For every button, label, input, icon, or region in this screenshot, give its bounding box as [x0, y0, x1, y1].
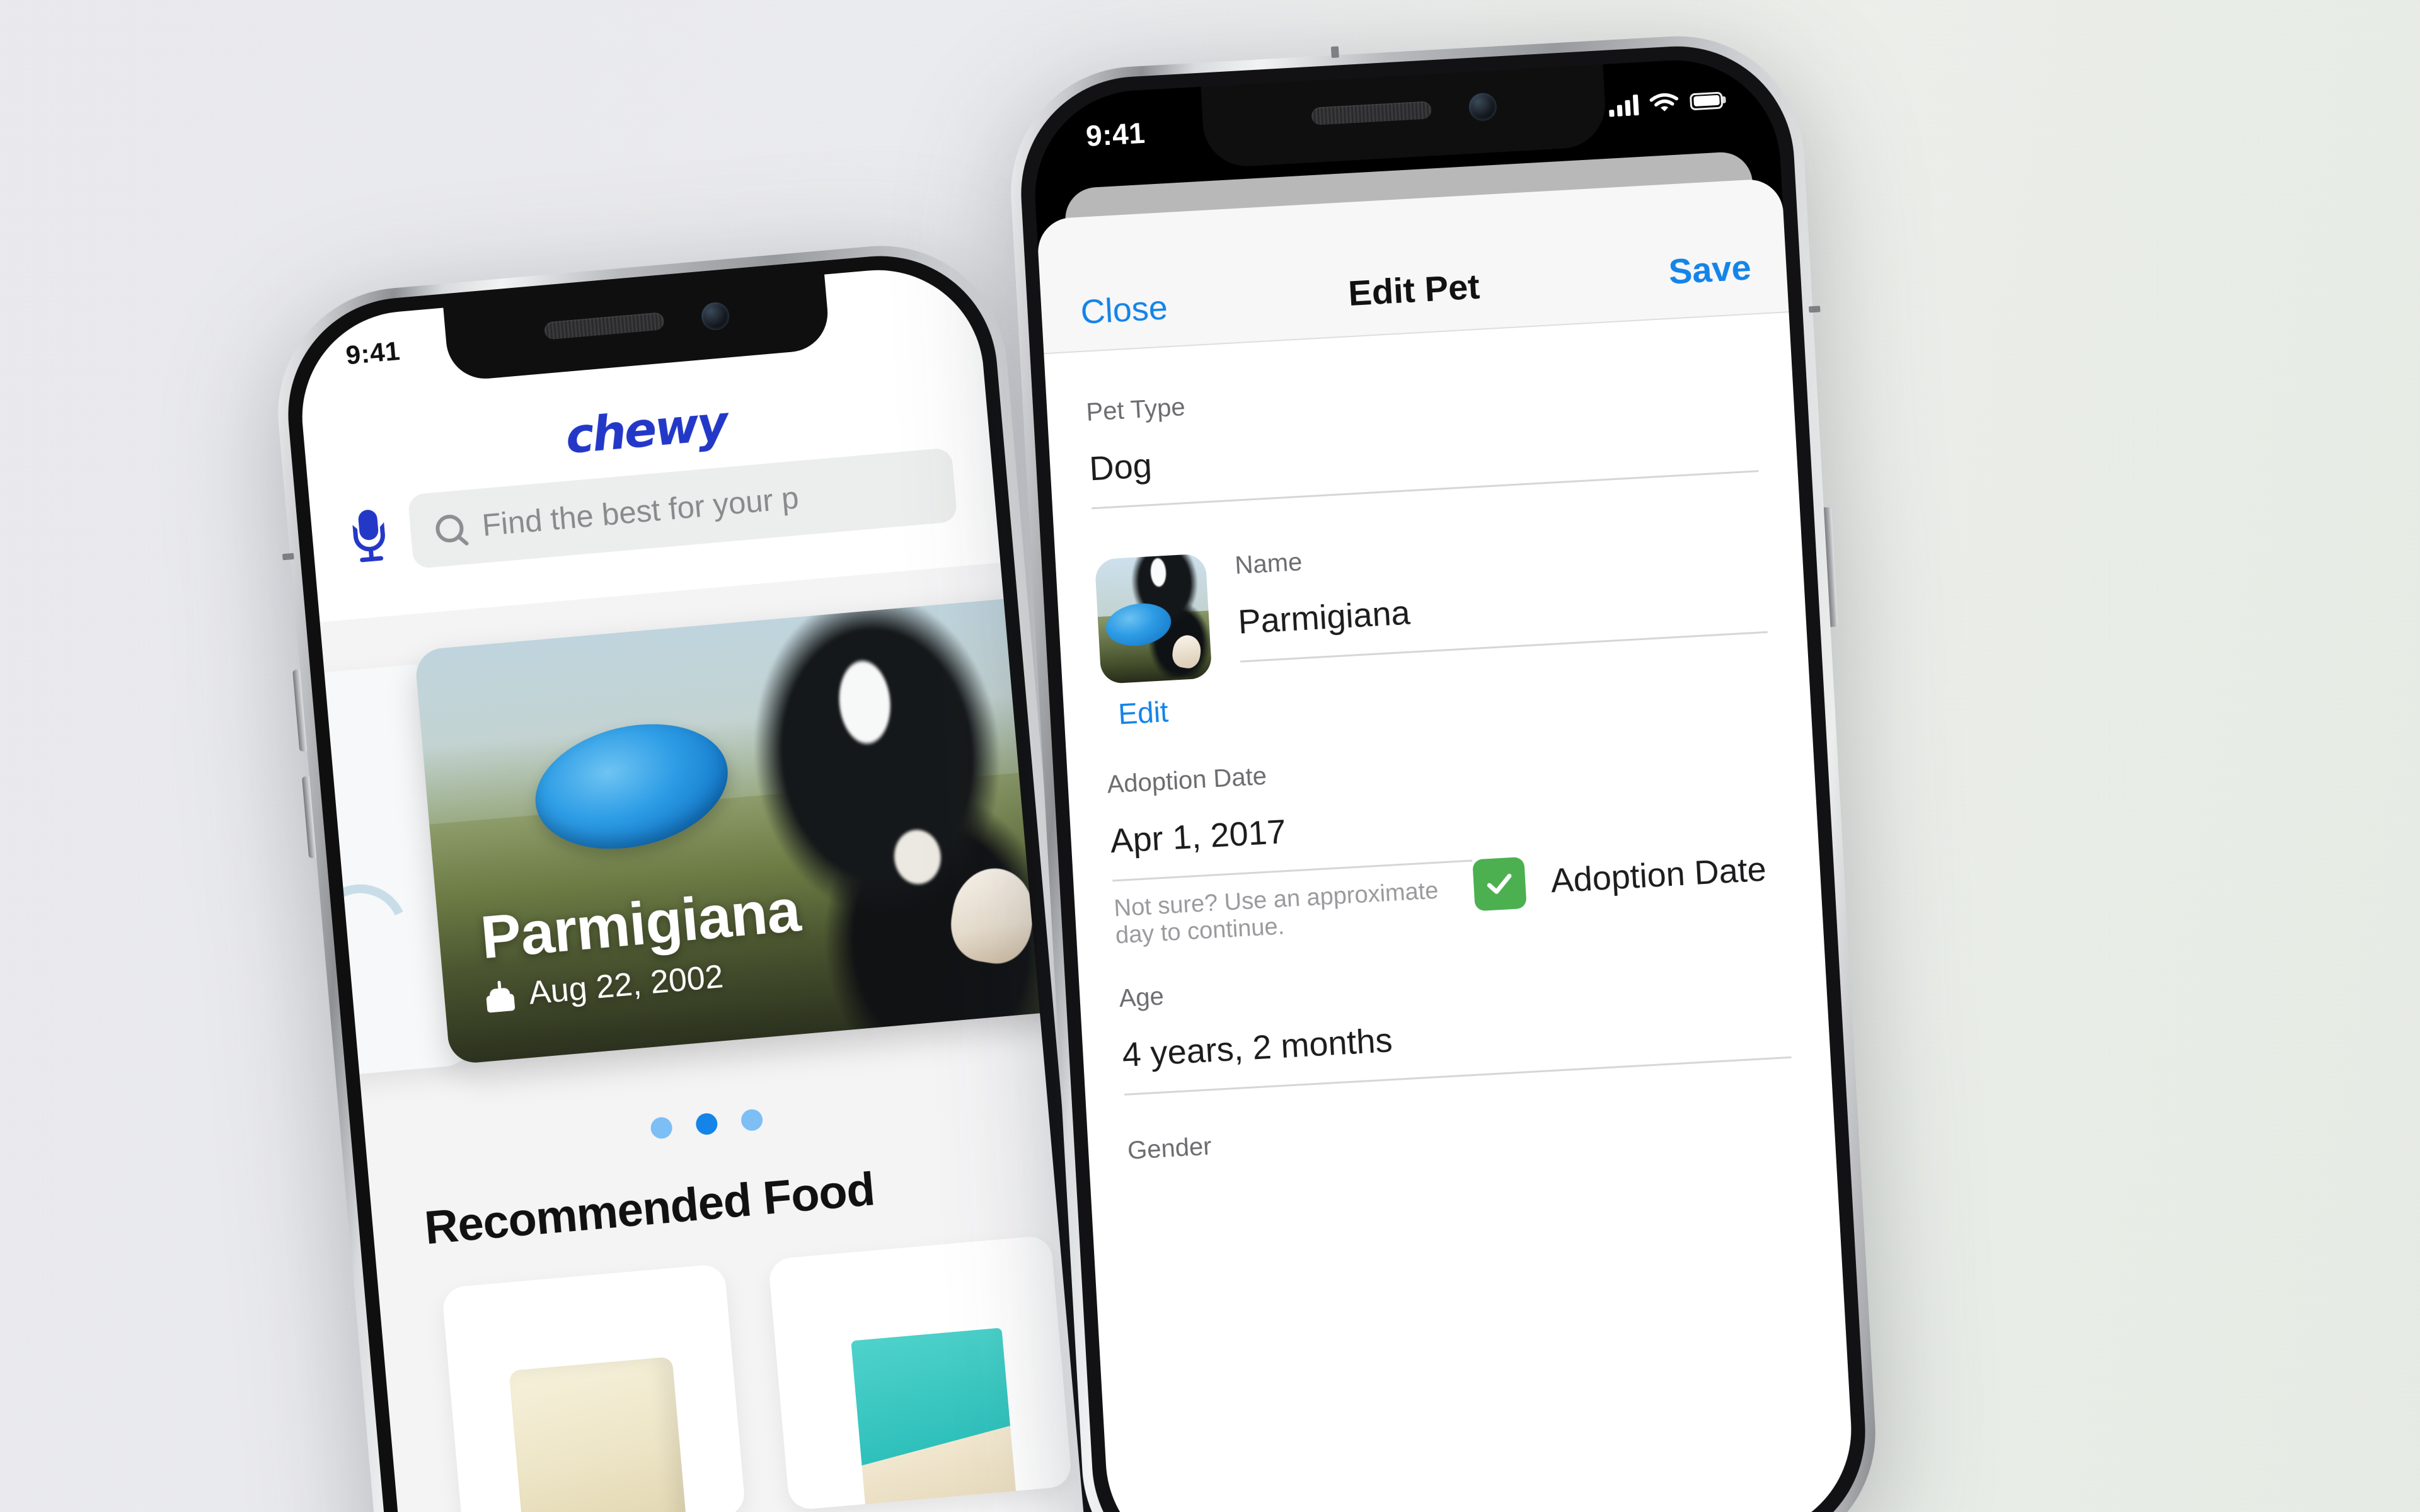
status-time: 9:41 [344, 335, 401, 370]
recommended-food-title: Recommended Food [422, 1162, 877, 1254]
page-title: Edit Pet [1347, 266, 1481, 314]
cellular-signal-icon [1608, 94, 1639, 117]
search-placeholder: Find the best for your p [480, 481, 800, 543]
food-product-card[interactable] [441, 1263, 746, 1512]
product-image [851, 1327, 1018, 1511]
status-indicators [1608, 89, 1724, 117]
edit-pet-form: Pet Type Dog Edit Name Parmigiana Adopti… [1044, 312, 1834, 1167]
pagination-dot-2[interactable] [694, 1112, 718, 1136]
front-phone-screen: 9:41 Close Edit Pet Save Pet Type Dog Ed… [1029, 54, 1857, 1512]
front-phone-device: 9:41 Close Edit Pet Save Pet Type Dog Ed… [1004, 29, 1882, 1512]
pet-avatar[interactable] [1094, 553, 1213, 684]
adoption-date-checkbox[interactable] [1472, 856, 1528, 912]
adoption-date-checkbox-group[interactable]: Adoption Date [1469, 786, 1767, 912]
adoption-date-checkbox-label: Adoption Date [1550, 850, 1768, 900]
back-phone-content: Parmigiana Aug 22, 2002 Recommended Food [293, 563, 1093, 1512]
pagination-dot-3[interactable] [740, 1108, 764, 1132]
pet-type-label: Pet Type [1085, 392, 1186, 427]
pagination-dot-1[interactable] [650, 1116, 674, 1140]
back-phone-screen: 9:41 chewy Find the best for your p Parm… [293, 261, 1093, 1512]
adoption-date-value: Apr 1, 2017 [1109, 813, 1288, 861]
antenna-seam [1809, 306, 1821, 313]
birthday-cake-icon [485, 979, 516, 1013]
microphone-icon[interactable] [349, 507, 389, 564]
pet-card[interactable]: Parmigiana Aug 22, 2002 [414, 595, 1078, 1065]
recommended-food-list [379, 1234, 1081, 1512]
food-product-card[interactable] [768, 1235, 1073, 1511]
name-field[interactable]: Name Parmigiana [1234, 522, 1771, 724]
save-button[interactable]: Save [1668, 246, 1752, 292]
edit-avatar-button[interactable]: Edit [1117, 692, 1215, 731]
pet-carousel[interactable]: Parmigiana Aug 22, 2002 [293, 563, 1078, 1124]
edit-pet-modal-sheet: Close Edit Pet Save Pet Type Dog Edit Na… [1036, 178, 1857, 1512]
checkmark-icon [1487, 873, 1512, 894]
power-button[interactable] [1823, 507, 1838, 627]
wifi-icon [1649, 93, 1679, 112]
back-phone-bezel: 9:41 chewy Find the best for your p Parm… [278, 246, 1109, 1512]
search-icon [434, 513, 465, 544]
adoption-date-label: Adoption Date [1106, 762, 1268, 799]
antenna-seam [282, 553, 294, 561]
product-image [509, 1356, 689, 1512]
pet-name-row: Edit Name Parmigiana [1092, 472, 1771, 732]
name-label: Name [1234, 547, 1303, 580]
age-label: Age [1118, 982, 1165, 1013]
status-time: 9:41 [1085, 116, 1146, 152]
close-button[interactable]: Close [1080, 288, 1168, 332]
gender-label: Gender [1126, 1132, 1213, 1165]
front-phone-bezel: 9:41 Close Edit Pet Save Pet Type Dog Ed… [1015, 40, 1872, 1512]
back-phone-device: 9:41 chewy Find the best for your p Parm… [267, 235, 1119, 1512]
antenna-seam-top [1330, 46, 1339, 59]
battery-full-icon [1689, 91, 1724, 110]
